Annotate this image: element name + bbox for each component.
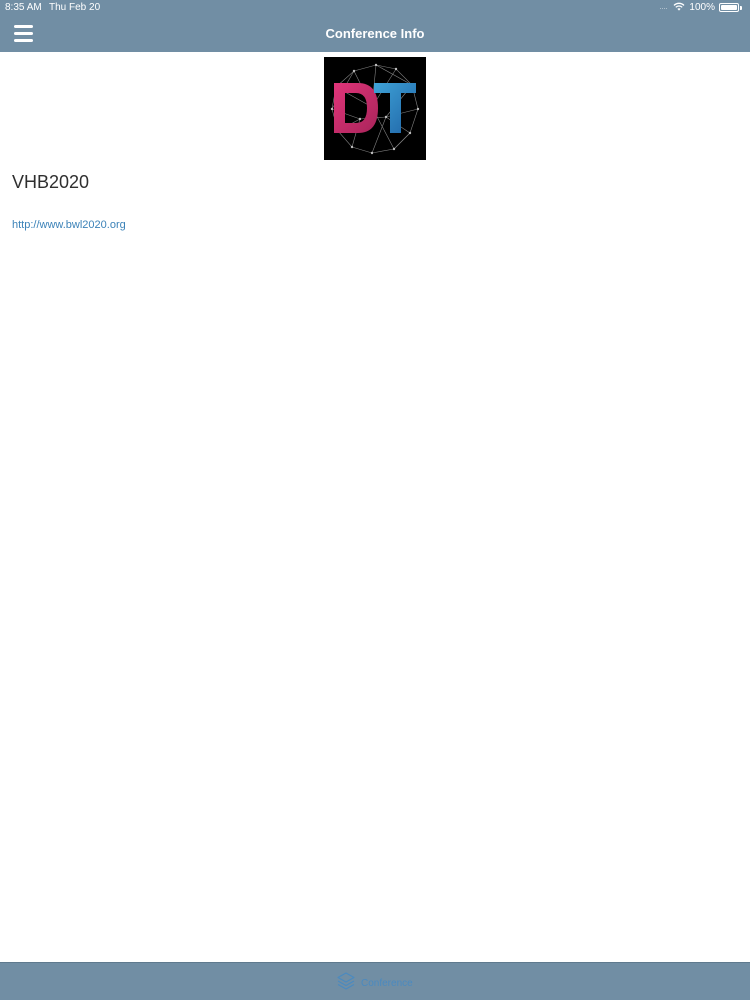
tab-conference[interactable]: Conference [336,971,413,996]
conference-logo [324,57,426,160]
conference-name: VHB2020 [12,172,90,192]
tab-label: Conference [361,978,413,989]
wifi-icon [673,2,685,14]
status-date: Thu Feb 20 [49,2,101,13]
conference-info-screen: 8:35 AM Thu Feb 20 .... 100% Conference … [0,0,750,1000]
conference-website-link[interactable]: http://www.bwl2020.org [12,219,126,231]
top-bar: 8:35 AM Thu Feb 20 .... 100% Conference … [0,0,750,52]
battery-fill [721,5,737,10]
status-indicators: .... 100% [660,1,742,14]
signal-dots: .... [659,4,668,11]
battery-tip [740,5,742,10]
battery-icon [719,3,739,12]
page-title: Conference Info [325,26,425,41]
layers-icon [336,971,356,996]
battery-percentage: 100% [689,2,715,13]
bottom-tab-bar: Conference [0,962,750,1000]
status-time: 8:35 AM [5,2,42,13]
